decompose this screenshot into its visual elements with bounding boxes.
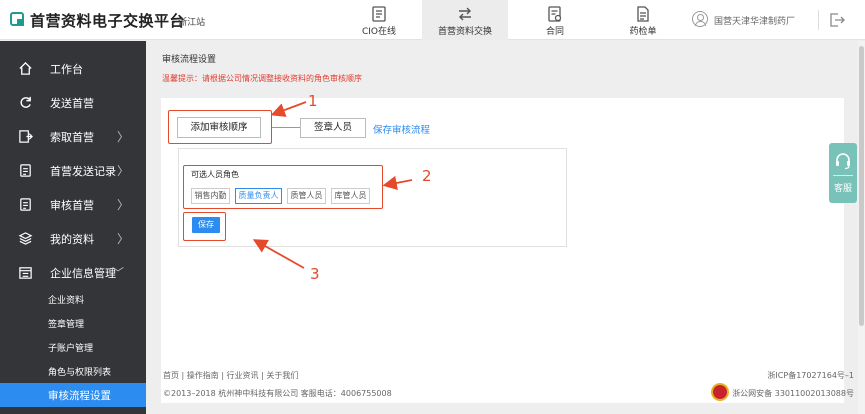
tab-label: CIO在线 [361, 27, 397, 37]
scrollbar[interactable] [858, 41, 865, 414]
tab-label: 合同 [545, 27, 564, 37]
audit-icon [20, 198, 31, 211]
sidebar-item-audit[interactable]: 审核首营 〉 [0, 187, 146, 221]
chevron-down-icon: ﹀ [112, 266, 125, 280]
logo-icon [10, 12, 24, 26]
sidebar-subitem-roles[interactable]: 角色与权限列表 [0, 359, 146, 383]
logout-button[interactable] [818, 10, 846, 30]
tab-label: 药检单 [629, 27, 657, 37]
service-divider [833, 175, 853, 176]
request-icon [19, 130, 33, 143]
tab-drug-report[interactable]: 药检单 [600, 0, 686, 40]
scrollbar-thumb[interactable] [859, 46, 864, 326]
sidebar-item-company-info[interactable]: 企业信息管理 ﹀ [0, 255, 146, 289]
sidebar-item-label: 企业信息管理 [50, 267, 116, 280]
logout-icon [830, 13, 845, 27]
send-icon [20, 96, 31, 108]
sidebar-subitem-label: 子账户管理 [48, 344, 94, 354]
sidebar-item-label: 审核首营 [50, 199, 94, 212]
chevron-right-icon: 〉 [117, 164, 130, 178]
annotation-number-3: 3 [310, 265, 320, 283]
icp-record[interactable]: 浙ICP备17027164号–1 [767, 370, 854, 381]
annotation-arrows [252, 101, 413, 269]
tab-cio-online[interactable]: CIO在线 [336, 0, 422, 40]
contract-icon [548, 6, 562, 22]
headset-icon [836, 153, 850, 170]
sidebar: 工作台 发送首营 索取首营 〉 首营发送记录 〉 审核首营 〉 我的资料 〉 企… [0, 41, 146, 414]
chevron-right-icon: 〉 [117, 198, 130, 212]
company-icon [19, 267, 32, 279]
sidebar-item-send[interactable]: 发送首营 [0, 85, 146, 119]
layers-icon [18, 232, 33, 245]
police-record[interactable]: 浙公网安备 33011002013088号 [732, 388, 854, 399]
top-bar: 首营资料电子交换平台 - 浙江站 CIO在线 首营资料交换 合同 药检单 国营天… [0, 0, 865, 40]
customer-service-button[interactable]: 客服 [829, 143, 857, 203]
station-label: - 浙江站 [172, 18, 206, 28]
sidebar-item-label: 首营发送记录 [50, 165, 116, 178]
footer-copyright: ©2013–2018 杭州神中科技有限公司 客服电话：4006755008 [163, 389, 392, 398]
sidebar-item-workbench[interactable]: 工作台 [0, 51, 146, 85]
sidebar-subitem-subaccounts[interactable]: 子账户管理 [0, 335, 146, 359]
footer-links[interactable]: 首页 | 操作指南 | 行业资讯 | 关于我们 [163, 370, 298, 381]
tab-contract[interactable]: 合同 [512, 0, 598, 40]
sidebar-item-label: 发送首营 [50, 97, 94, 110]
user-name: 国营天津华津制药厂 [714, 17, 796, 27]
sidebar-item-label: 索取首营 [50, 131, 94, 144]
home-icon [19, 61, 32, 75]
sidebar-item-label: 我的资料 [50, 233, 94, 246]
sidebar-subitem-label: 签章管理 [48, 320, 85, 330]
chevron-right-icon: 〉 [117, 130, 130, 144]
sidebar-item-my-docs[interactable]: 我的资料 〉 [0, 221, 146, 255]
exchange-icon [459, 7, 471, 21]
record-icon [20, 164, 31, 177]
sidebar-subitem-label: 角色与权限列表 [48, 368, 112, 378]
report-icon [637, 6, 649, 22]
sidebar-subitem-label: 企业资料 [48, 296, 85, 306]
sidebar-item-request[interactable]: 索取首营 〉 [0, 119, 146, 153]
app-title: 首营资料电子交换平台 [30, 12, 186, 30]
chevron-right-icon: 〉 [117, 232, 130, 246]
sidebar-subitem-company-docs[interactable]: 企业资料 [0, 287, 146, 311]
sidebar-subitem-audit-flow[interactable]: 审核流程设置 [0, 383, 146, 407]
service-label: 客服 [833, 184, 852, 194]
avatar-icon [692, 11, 708, 27]
sidebar-subitem-label: 审核流程设置 [48, 390, 111, 402]
sidebar-item-label: 工作台 [50, 63, 83, 76]
tab-first-exchange[interactable]: 首营资料交换 [422, 0, 508, 40]
annotation-number-2: 2 [422, 167, 432, 185]
main-content: 审核流程设置 温馨提示：请根据公司情况调整接收资料的角色审核顺序 添加审核顺序 … [146, 41, 858, 414]
footer: 首页 | 操作指南 | 行业资讯 | 关于我们 ©2013–2018 杭州神中科… [161, 366, 858, 414]
sidebar-subitem-seal-management[interactable]: 签章管理 [0, 311, 146, 335]
annotation-number-1: 1 [308, 92, 318, 110]
sidebar-item-send-record[interactable]: 首营发送记录 〉 [0, 153, 146, 187]
document-icon [372, 6, 386, 22]
tab-label: 首营资料交换 [437, 27, 492, 37]
police-badge-icon [711, 383, 729, 401]
